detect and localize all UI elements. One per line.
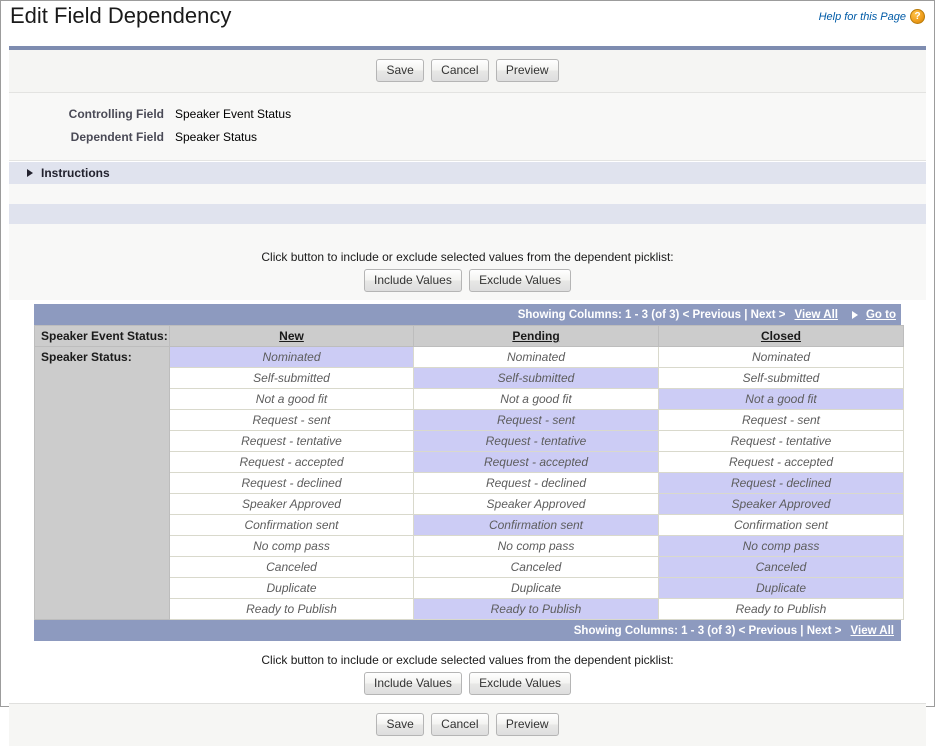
dependent-field-label: Dependent Field — [70, 130, 164, 144]
table-row: Speaker Status: Nominated Nominated Nominat… — [34, 346, 904, 620]
matrix-cell[interactable]: Request - tentative — [413, 430, 659, 452]
matrix-cell[interactable]: Duplicate — [169, 577, 414, 599]
table-body: Speaker Status: Nominated Nominated Nominat… — [34, 346, 904, 620]
title-bar: Edit Field Dependency Help for this Page… — [1, 1, 934, 46]
help-for-this-page[interactable]: Help for this Page ? — [819, 9, 925, 24]
matrix-cell[interactable]: Request - declined — [413, 472, 659, 494]
matrix-cell[interactable]: Request - tentative — [169, 430, 414, 452]
matrix-cell[interactable]: Request - sent — [413, 409, 659, 431]
matrix-cell[interactable]: Speaker Approved — [169, 493, 414, 515]
instructions-label: Instructions — [41, 166, 110, 180]
top-button-strip: Save Cancel Preview — [9, 50, 926, 93]
view-all-link-top[interactable]: View All — [795, 309, 838, 321]
column-header-2[interactable]: Closed — [658, 325, 904, 347]
matrix-cell[interactable]: Self-submitted — [658, 367, 904, 389]
cancel-button-bottom[interactable]: Cancel — [431, 713, 489, 736]
matrix-cell[interactable]: Request - sent — [169, 409, 414, 431]
preview-button-bottom[interactable]: Preview — [495, 713, 559, 736]
matrix-cell[interactable]: Ready to Publish — [169, 598, 414, 620]
secondary-section-bar — [9, 204, 926, 224]
dependent-field-value: Speaker Status — [175, 130, 258, 144]
column-header-1[interactable]: Pending — [413, 325, 659, 347]
instructions-section-header[interactable]: Instructions — [9, 161, 926, 184]
column-header-link-0[interactable]: New — [279, 329, 304, 343]
matrix-cell[interactable]: Not a good fit — [169, 388, 414, 410]
save-button-bottom[interactable]: Save — [376, 713, 424, 736]
view-all-link-bottom[interactable]: View All — [851, 625, 894, 637]
column-header-0[interactable]: New — [169, 325, 414, 347]
matrix-cell[interactable]: Confirmation sent — [413, 514, 659, 536]
showing-columns-text-top: Showing Columns: 1 - 3 (of 3) < Previous… — [517, 308, 786, 321]
instructions-spacer — [9, 184, 926, 204]
dependent-row-label: Speaker Status: — [34, 346, 170, 620]
include-values-button-bottom[interactable]: Include Values — [363, 672, 462, 695]
question-mark-circle-icon[interactable]: ? — [910, 9, 925, 24]
matrix-cell[interactable]: Canceled — [169, 556, 414, 578]
matrix-cell[interactable]: No comp pass — [169, 535, 414, 557]
controlling-field-value: Speaker Event Status — [175, 107, 292, 121]
matrix-cell[interactable]: Speaker Approved — [658, 493, 904, 515]
matrix-cell[interactable]: Not a good fit — [413, 388, 659, 410]
matrix-cell[interactable]: Duplicate — [658, 577, 904, 599]
matrix-cell[interactable]: Self-submitted — [413, 367, 659, 389]
column-header-link-2[interactable]: Closed — [761, 329, 801, 343]
go-to-link[interactable]: Go to — [866, 309, 896, 321]
help-link[interactable]: Help for this Page — [819, 11, 906, 23]
matrix-cell[interactable]: Nominated — [658, 346, 904, 368]
matrix-cell[interactable]: Request - tentative — [658, 430, 904, 452]
cancel-button-top[interactable]: Cancel — [431, 59, 489, 82]
exclude-values-button-top[interactable]: Exclude Values — [469, 269, 571, 292]
matrix-cell[interactable]: Nominated — [413, 346, 659, 368]
matrix-cell[interactable]: Canceled — [658, 556, 904, 578]
matrix-cell[interactable]: Confirmation sent — [169, 514, 414, 536]
matrix-cell[interactable]: No comp pass — [658, 535, 904, 557]
dependent-field-row: Dependent Field Speaker Status — [9, 130, 926, 144]
field-info-block: Controlling Field Speaker Event Status D… — [9, 93, 926, 161]
matrix-cell[interactable]: Self-submitted — [169, 367, 414, 389]
matrix-cell[interactable]: Ready to Publish — [413, 598, 659, 620]
matrix-cell[interactable]: Ready to Publish — [658, 598, 904, 620]
triangle-right-icon — [851, 310, 858, 319]
showing-columns-text-bottom: Showing Columns: 1 - 3 (of 3) < Previous… — [573, 624, 842, 637]
matrix-cell[interactable]: No comp pass — [413, 535, 659, 557]
controlling-row-label: Speaker Event Status: — [34, 325, 170, 347]
matrix-cell[interactable]: Request - declined — [658, 472, 904, 494]
controlling-field-label: Controlling Field — [68, 107, 164, 121]
matrix-cell[interactable]: Request - accepted — [169, 451, 414, 473]
matrix-cell[interactable]: Not a good fit — [658, 388, 904, 410]
include-values-button-top[interactable]: Include Values — [363, 269, 462, 292]
matrix-cell[interactable]: Canceled — [413, 556, 659, 578]
include-exclude-strip-bottom: Click button to include or exclude selec… — [9, 651, 926, 703]
bottom-button-strip: Save Cancel Preview — [9, 703, 926, 746]
edit-field-dependency-page: Edit Field Dependency Help for this Page… — [0, 0, 935, 746]
triangle-right-icon[interactable] — [27, 169, 33, 177]
page-title: Edit Field Dependency — [10, 3, 232, 28]
dependency-table: Speaker Event Status: New Pending Closed… — [34, 325, 904, 620]
matrix-cell[interactable]: Duplicate — [413, 577, 659, 599]
save-button-top[interactable]: Save — [376, 59, 424, 82]
pagination-bar-top: Showing Columns: 1 - 3 (of 3) < Previous… — [34, 304, 901, 325]
matrix-cell[interactable]: Request - accepted — [413, 451, 659, 473]
matrix-cell[interactable]: Request - sent — [658, 409, 904, 431]
matrix-cell[interactable]: Speaker Approved — [413, 493, 659, 515]
include-exclude-hint-top: Click button to include or exclude selec… — [261, 250, 674, 264]
pagination-bar-bottom: Showing Columns: 1 - 3 (of 3) < Previous… — [34, 620, 901, 641]
include-exclude-hint-bottom: Click button to include or exclude selec… — [261, 653, 674, 667]
matrix-cell[interactable]: Request - declined — [169, 472, 414, 494]
dependency-matrix: Showing Columns: 1 - 3 (of 3) < Previous… — [34, 304, 904, 641]
matrix-cell[interactable]: Request - accepted — [658, 451, 904, 473]
secondary-spacer — [9, 224, 926, 246]
preview-button-top[interactable]: Preview — [495, 59, 559, 82]
include-exclude-strip-top: Click button to include or exclude selec… — [9, 246, 926, 300]
exclude-values-button-bottom[interactable]: Exclude Values — [469, 672, 571, 695]
table-header-row: Speaker Event Status: New Pending Closed — [34, 325, 904, 347]
matrix-cell[interactable]: Confirmation sent — [658, 514, 904, 536]
column-header-link-1[interactable]: Pending — [512, 329, 559, 343]
matrix-cell[interactable]: Nominated — [169, 346, 414, 368]
controlling-field-row: Controlling Field Speaker Event Status — [9, 107, 926, 121]
